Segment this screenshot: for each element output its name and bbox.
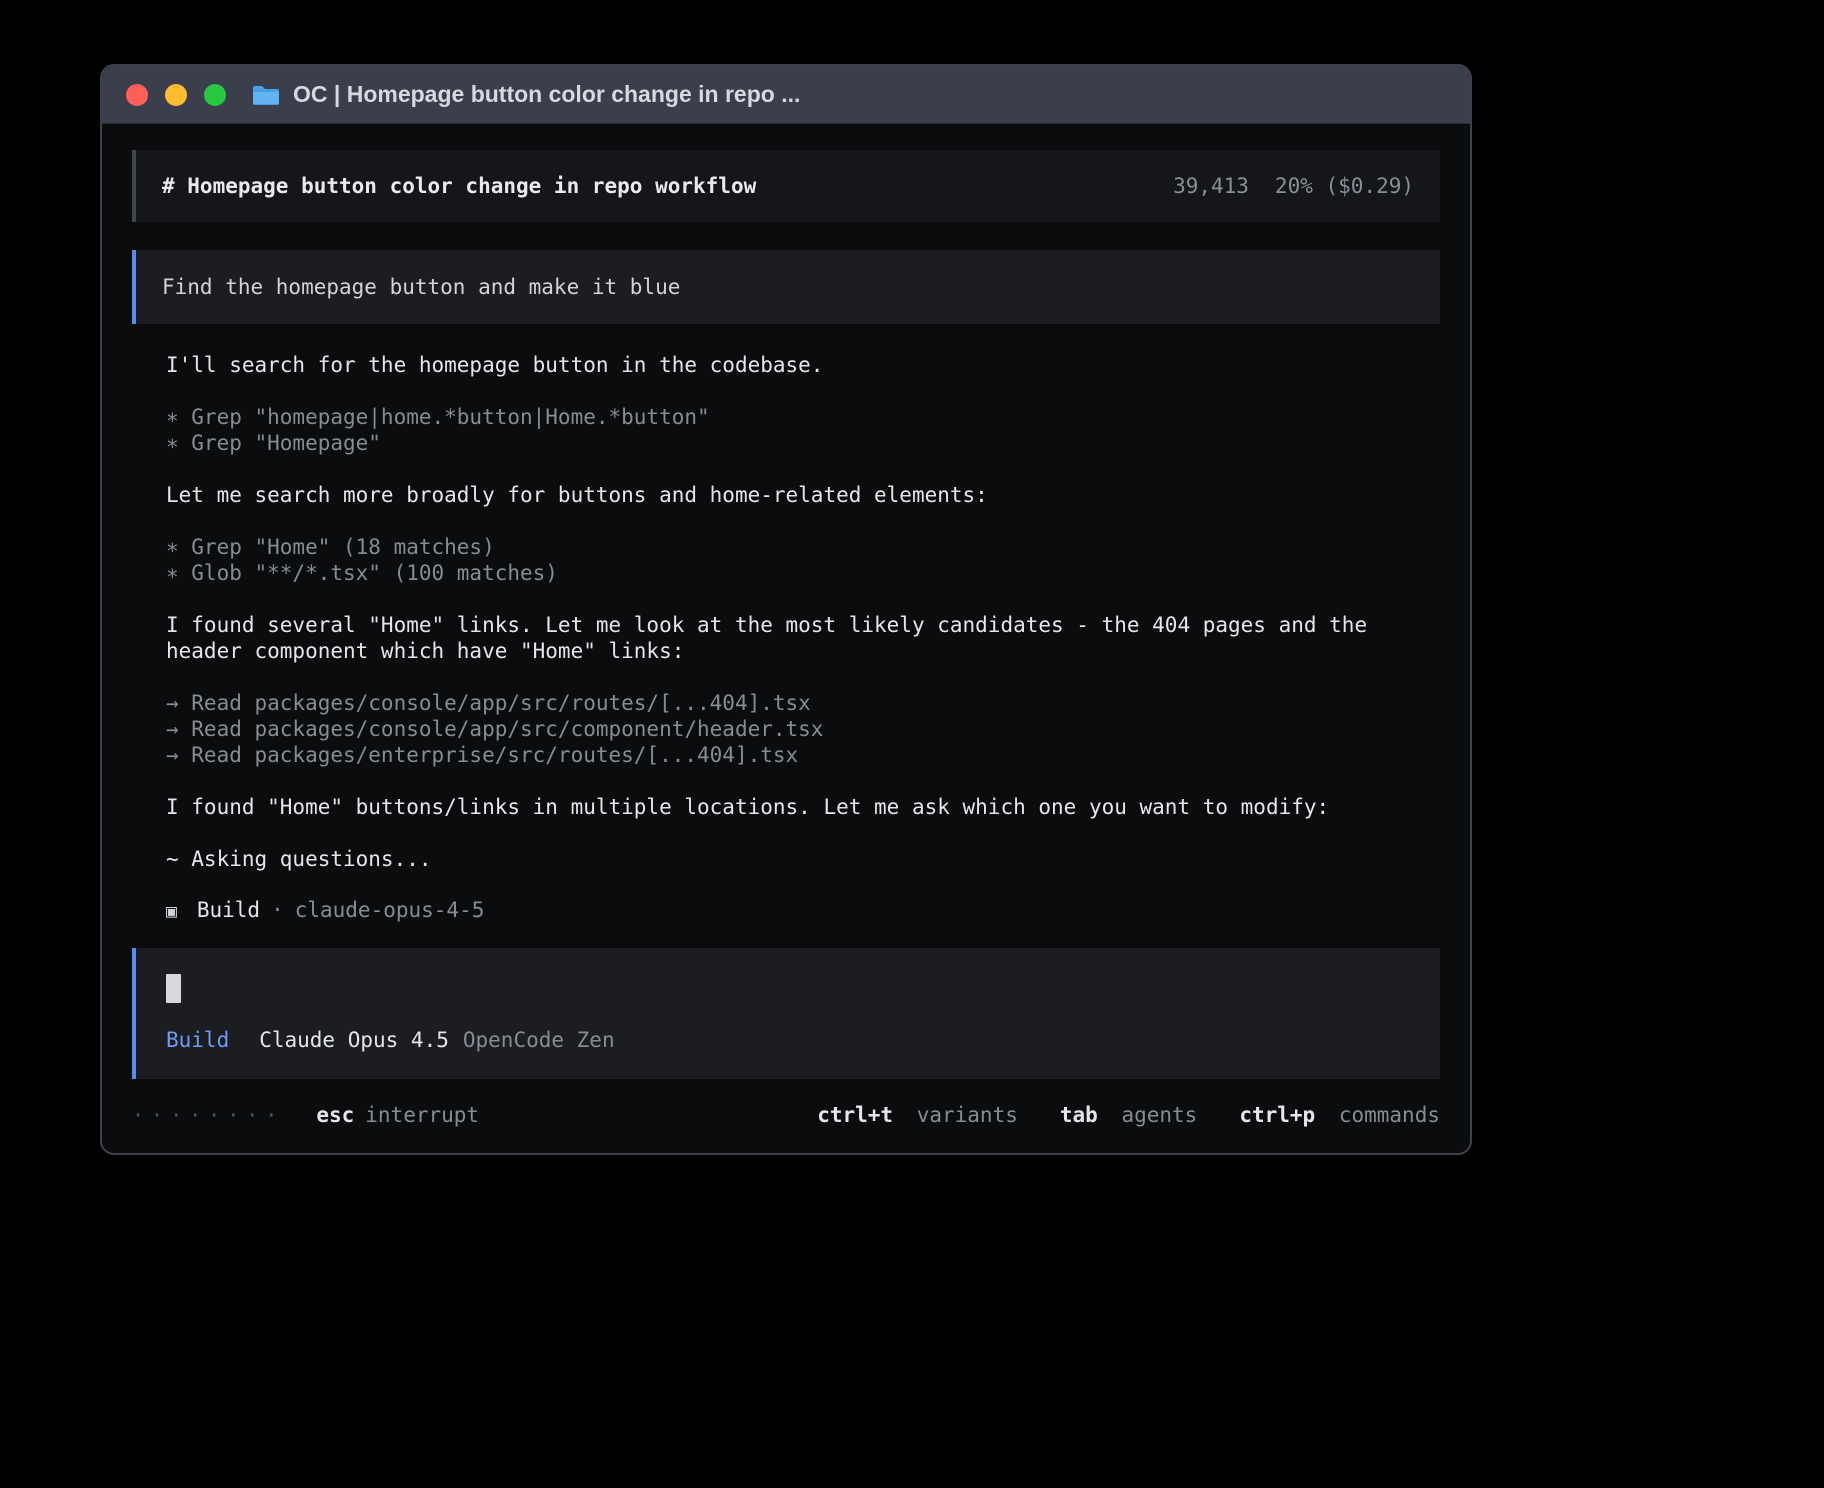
folder-icon <box>252 84 280 106</box>
shortcut-label-agents: agents <box>1121 1103 1197 1127</box>
shortcut-key-tab: tab <box>1060 1103 1098 1127</box>
minimize-button[interactable] <box>165 84 187 106</box>
assistant-text: Let me search more broadly for buttons a… <box>166 482 1440 508</box>
assistant-text: I found several "Home" links. Let me loo… <box>166 612 1440 664</box>
session-title: # Homepage button color change in repo w… <box>162 174 756 198</box>
session-header: # Homepage button color change in repo w… <box>132 150 1440 222</box>
agent-status-line: ▣ Build · claude-opus-4-5 <box>166 898 1440 922</box>
context-usage: 20% ($0.29) <box>1275 174 1414 198</box>
input-mode[interactable]: Build <box>166 1027 229 1053</box>
tool-call-grep: ∗ Grep "homepage|home.*button|Home.*butt… <box>166 404 1440 430</box>
token-count: 39,413 <box>1173 174 1249 198</box>
tool-call-read: → Read packages/console/app/src/routes/[… <box>166 690 1440 716</box>
tool-call-glob: ∗ Glob "**/*.tsx" (100 matches) <box>166 560 1440 586</box>
prompt-input[interactable]: Build Claude Opus 4.5 OpenCode Zen <box>132 948 1440 1079</box>
status-bar-left: ········ esc interrupt <box>132 1103 479 1127</box>
shortcut-key-ctrl-t: ctrl+t <box>817 1103 893 1127</box>
assistant-transcript: I'll search for the homepage button in t… <box>166 352 1440 872</box>
shortcut-key-ctrl-p: ctrl+p <box>1239 1103 1315 1127</box>
shortcut-variants: ctrl+t variants <box>817 1103 1018 1127</box>
agent-model: claude-opus-4-5 <box>295 898 485 922</box>
tool-call-read: → Read packages/enterprise/src/routes/[.… <box>166 742 1440 768</box>
input-model[interactable]: Claude Opus 4.5 <box>259 1027 449 1053</box>
text-cursor <box>166 974 181 1003</box>
tool-call-grep: ∗ Grep "Homepage" <box>166 430 1440 456</box>
agent-separator: · <box>271 898 284 922</box>
tool-call-grep: ∗ Grep "Home" (18 matches) <box>166 534 1440 560</box>
input-meta: Build Claude Opus 4.5 OpenCode Zen <box>166 1027 1410 1053</box>
window-titlebar[interactable]: OC | Homepage button color change in rep… <box>102 66 1470 124</box>
agent-name: Build <box>197 898 260 922</box>
assistant-status-text: ~ Asking questions... <box>166 846 1440 872</box>
user-message-text: Find the homepage button and make it blu… <box>162 275 680 299</box>
shortcut-label-variants: variants <box>917 1103 1018 1127</box>
session-stats: 39,413 20% ($0.29) <box>1173 174 1414 198</box>
window-title: OC | Homepage button color change in rep… <box>293 81 800 108</box>
shortcut-key-esc: esc <box>316 1103 354 1127</box>
user-message: Find the homepage button and make it blu… <box>132 250 1440 324</box>
assistant-text: I'll search for the homepage button in t… <box>166 352 1440 378</box>
shortcut-agents: tab agents <box>1060 1103 1197 1127</box>
terminal-window: OC | Homepage button color change in rep… <box>100 64 1472 1155</box>
status-bar: ········ esc interrupt ctrl+t variants t… <box>132 1103 1440 1127</box>
shortcut-label-interrupt: interrupt <box>365 1103 479 1127</box>
terminal-content: # Homepage button color change in repo w… <box>102 124 1470 1153</box>
agent-icon: ▣ <box>166 901 177 922</box>
traffic-lights <box>126 84 226 106</box>
zoom-button[interactable] <box>204 84 226 106</box>
status-bar-right: ctrl+t variants tab agents ctrl+p comman… <box>775 1103 1440 1127</box>
shortcut-label-commands: commands <box>1339 1103 1440 1127</box>
tool-call-read: → Read packages/console/app/src/componen… <box>166 716 1440 742</box>
assistant-text: I found "Home" buttons/links in multiple… <box>166 794 1440 820</box>
close-button[interactable] <box>126 84 148 106</box>
input-provider: OpenCode Zen <box>463 1027 615 1053</box>
shortcut-commands: ctrl+p commands <box>1239 1103 1440 1127</box>
spinner-dots: ········ <box>132 1103 284 1127</box>
